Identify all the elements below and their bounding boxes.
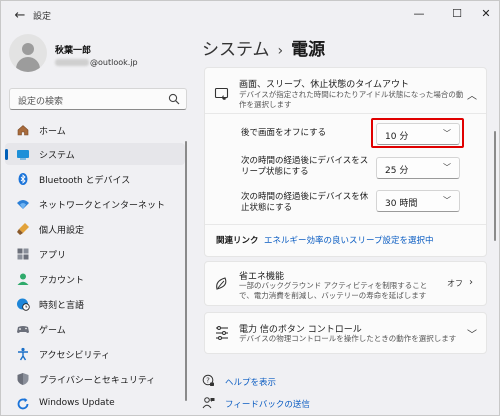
search-input[interactable]: 設定の検索 [9, 88, 187, 110]
chevron-up-icon[interactable]: ︿ [467, 87, 477, 102]
chevron-down-icon: ﹀ [443, 196, 451, 205]
sidebar-item-label: プライバシーとセキュリティ [39, 376, 156, 386]
globe-clock-icon [17, 298, 30, 311]
highlight-annotation [371, 118, 464, 148]
user-email: @outlook.jp [55, 58, 138, 67]
back-button[interactable]: ← [11, 7, 29, 25]
account-icon [17, 273, 29, 285]
power-button-description: デバイスの物理コントロールを操作したときの動作を選択します [239, 334, 457, 343]
sidebar-item-label: 時刻と言語 [39, 301, 85, 311]
accessibility-icon [18, 347, 28, 361]
sidebar-item-label: アプリ [39, 251, 67, 261]
sleep-label: 次の時間の経過後にデバイスをスリープ状態にする [241, 156, 369, 177]
page-title: 電源 [291, 40, 326, 60]
sidebar-item-label: ゲーム [39, 326, 66, 336]
update-icon [17, 398, 29, 410]
chevron-down-icon: ﹀ [443, 163, 451, 172]
sidebar-item-personalization[interactable]: 個人用設定 [5, 218, 185, 240]
breadcrumb: システム › 電源 [202, 35, 325, 60]
help-icon: ? [202, 374, 214, 386]
chevron-right-icon[interactable]: › [469, 277, 473, 288]
maximize-button[interactable]: ☐ [442, 4, 472, 24]
sidebar-item-privacy[interactable]: プライバシーとセキュリティ [5, 368, 185, 390]
user-name: 秋葉一郎 [55, 46, 92, 56]
sidebar-item-label: ネットワークとインターネット [39, 201, 166, 211]
minimize-button[interactable]: — [404, 4, 434, 24]
sidebar-item-label: アクセシビリティ [39, 351, 111, 361]
avatar[interactable] [9, 34, 47, 72]
search-icon [168, 93, 180, 105]
sidebar-item-label: Bluetooth とデバイス [39, 176, 131, 186]
system-icon [17, 150, 29, 160]
close-button[interactable]: ✕ [471, 4, 500, 24]
sidebar-item-label: ホーム [39, 127, 66, 137]
app-title: 設定 [33, 12, 52, 22]
search-placeholder: 設定の検索 [18, 97, 64, 107]
paint-icon [17, 223, 29, 235]
sidebar-scrollbar[interactable] [185, 141, 187, 401]
related-divider [205, 224, 486, 225]
email-domain: @outlook.jp [90, 58, 138, 67]
svg-text:?: ? [206, 377, 210, 385]
breadcrumb-separator: › [277, 43, 284, 59]
sidebar-item-windows-update[interactable]: Windows Update [5, 393, 185, 415]
feedback-link[interactable]: フィードバックの送信 [225, 398, 310, 410]
sidebar-item-accounts[interactable]: アカウント [5, 268, 185, 290]
energy-sleep-link[interactable]: エネルギー効率の良いスリープ設定を選択中 [264, 234, 434, 246]
avatar-body [16, 57, 40, 72]
sidebar-item-label: 個人用設定 [39, 226, 85, 236]
power-button-icon [216, 326, 228, 340]
wifi-icon [17, 200, 29, 209]
main-scrollbar[interactable] [494, 131, 496, 241]
shield-icon [17, 373, 29, 385]
breadcrumb-parent[interactable]: システム [202, 40, 270, 60]
home-icon [17, 125, 29, 136]
energy-saver-description: 一部のバックグラウンド アクティビティを制限することで、電力消費を削減し、バッテ… [239, 281, 428, 300]
related-links-label: 関連リンク [216, 236, 259, 246]
screen-sleep-description: デバイスが指定された時間にわたりアイドル状態になった場合の動作を選択します [239, 90, 464, 109]
hibernate-select[interactable]: 30 時間 ﹀ [376, 190, 460, 212]
bluetooth-icon [18, 173, 28, 185]
avatar-head [22, 43, 34, 55]
active-indicator [5, 149, 8, 160]
screen-off-label: 後で画面をオフにする [241, 128, 327, 138]
hibernate-label: 次の時間の経過後にデバイスを休止状態にする [241, 192, 369, 213]
email-redaction [55, 59, 89, 66]
sidebar-item-label: Windows Update [39, 398, 115, 408]
title-bar: ← 設定 — ☐ ✕ [1, 1, 499, 31]
sleep-select[interactable]: 25 分 ﹀ [376, 157, 460, 179]
sidebar-item-label: システム [39, 151, 75, 161]
sidebar-item-time-language[interactable]: 時刻と言語 [5, 293, 185, 315]
settings-window: ← 設定 — ☐ ✕ 秋葉一郎 @outlook.jp 設定の検索 ホーム シス… [0, 0, 500, 416]
sidebar-item-bluetooth[interactable]: Bluetooth とデバイス [5, 168, 185, 190]
sidebar-item-accessibility[interactable]: アクセシビリティ [5, 343, 185, 365]
get-help-link[interactable]: ヘルプを表示 [225, 376, 276, 388]
card-header-divider [205, 113, 486, 114]
energy-saver-icon [216, 277, 227, 290]
gamepad-icon [17, 326, 29, 333]
feedback-icon [202, 397, 215, 409]
sidebar-item-home[interactable]: ホーム [5, 119, 185, 141]
sidebar-item-network[interactable]: ネットワークとインターネット [5, 193, 185, 215]
sleep-value: 25 分 [385, 166, 409, 176]
hibernate-value: 30 時間 [385, 199, 418, 209]
sidebar-item-label: アカウント [39, 276, 85, 286]
sidebar-item-apps[interactable]: アプリ [5, 243, 185, 265]
chevron-down-icon[interactable]: ﹀ [467, 326, 477, 341]
screen-sleep-icon [214, 87, 229, 100]
energy-saver-state: オフ [447, 279, 463, 288]
screen-sleep-title: 画面、スリープ、休止状態のタイムアウト [239, 80, 410, 90]
sidebar-item-system[interactable]: システム [5, 143, 185, 165]
sidebar-item-gaming[interactable]: ゲーム [5, 318, 185, 340]
apps-icon [17, 248, 29, 260]
